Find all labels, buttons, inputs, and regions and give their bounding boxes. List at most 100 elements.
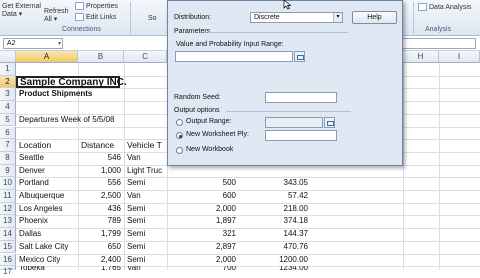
cell-distance[interactable]: 650 (79, 241, 123, 254)
column-header[interactable]: C (124, 51, 167, 63)
cell-vehicle[interactable]: Semi (125, 177, 167, 190)
header-location[interactable]: Location (17, 139, 77, 152)
subtitle-cell[interactable]: Product Shipments (17, 88, 157, 101)
parameters-label: Parameters (174, 28, 211, 35)
formula-input[interactable] (400, 38, 476, 49)
cell-vehicle[interactable]: Semi (125, 203, 167, 216)
select-all-corner[interactable] (0, 51, 16, 63)
week-label-cell[interactable]: Departures Week of 5/5/08 (17, 114, 157, 127)
column-header[interactable]: I (439, 51, 480, 63)
analysis-group-label: Analysis (425, 26, 452, 33)
cell-location[interactable]: Phoenix (17, 215, 77, 228)
properties-button[interactable]: Properties (75, 2, 118, 10)
cell-distance[interactable]: 2,400 (79, 254, 123, 267)
cell-vehicle[interactable]: Semi (125, 254, 167, 267)
row-header[interactable]: 5 (0, 113, 16, 127)
cell-d[interactable]: 2,897 (170, 241, 238, 254)
column-header[interactable]: A (16, 51, 78, 63)
selected-cell-a2[interactable]: Sample Company INC. (16, 76, 127, 88)
row-header[interactable]: 3 (0, 88, 16, 102)
row-header[interactable]: 13 (0, 215, 16, 229)
row-header[interactable]: 8 (0, 151, 16, 165)
edit-links-icon (75, 13, 84, 21)
cell-distance[interactable]: 436 (79, 203, 123, 216)
cell-d[interactable]: 500 (170, 177, 238, 190)
row-header[interactable]: 10 (0, 177, 16, 190)
cell-e[interactable]: 57.42 (240, 190, 310, 203)
row-header[interactable]: 2 (0, 75, 16, 89)
cell-distance[interactable]: 2,500 (79, 190, 123, 203)
random-number-generation-dialog: Distribution: Discrete ▾ Help Parameters… (167, 0, 403, 166)
row-header[interactable]: 7 (0, 139, 16, 152)
get-external-label-2: Data ▾ (2, 11, 23, 18)
output-range-radio[interactable] (176, 119, 183, 126)
header-distance[interactable]: Distance (79, 139, 124, 152)
random-seed-field[interactable] (265, 92, 337, 103)
cell-vehicle[interactable]: Van (125, 152, 167, 165)
row-header[interactable]: 4 (0, 101, 16, 114)
cell-vehicle[interactable]: Van (125, 190, 167, 203)
name-box[interactable]: A2 ▾ (3, 38, 63, 49)
input-range-field[interactable] (175, 51, 293, 62)
range-select-icon[interactable] (294, 51, 305, 62)
get-external-data-button[interactable]: Get External Data ▾ (2, 3, 41, 18)
row-header[interactable]: 6 (0, 126, 16, 140)
cell-location[interactable]: Dallas (17, 228, 77, 241)
row-header[interactable]: 15 (0, 240, 16, 254)
row-header[interactable]: 1 (0, 63, 16, 76)
cell-d[interactable]: 321 (170, 228, 238, 241)
cell-location[interactable]: Mexico City (17, 254, 77, 267)
row-header[interactable]: 9 (0, 164, 16, 178)
column-header[interactable]: B (78, 51, 124, 63)
distribution-select[interactable]: Discrete ▾ (250, 12, 343, 23)
row-header[interactable]: 11 (0, 190, 16, 203)
cell-e[interactable]: 470.76 (240, 241, 310, 254)
cell-d[interactable]: 600 (170, 190, 238, 203)
new-workbook-radio[interactable] (176, 147, 183, 154)
range-select-icon[interactable] (324, 117, 335, 128)
row-header[interactable]: 14 (0, 228, 16, 241)
row-header[interactable]: 12 (0, 202, 16, 216)
gridline (439, 63, 440, 270)
cell-e[interactable]: 144.37 (240, 228, 310, 241)
cell-location[interactable]: Salt Lake City (17, 241, 77, 254)
cell-location[interactable]: Portland (17, 177, 77, 190)
sort-button[interactable]: So (148, 15, 157, 22)
cell-distance[interactable]: 546 (79, 152, 123, 165)
edit-links-button[interactable]: Edit Links (75, 13, 116, 21)
cell-location[interactable]: Albuquerque (17, 190, 77, 203)
parameters-divider (208, 32, 348, 33)
cell-vehicle[interactable]: Semi (125, 241, 167, 254)
data-analysis-button[interactable]: Data Analysis (418, 3, 471, 11)
cell-e[interactable]: 218.00 (240, 203, 310, 216)
random-seed-label: Random Seed: (174, 94, 221, 101)
cell-vehicle[interactable]: Semi (125, 215, 167, 228)
cell-e[interactable]: 374.18 (240, 215, 310, 228)
new-worksheet-label: New Worksheet Ply: (186, 131, 249, 138)
refresh-all-button[interactable]: Refresh All ▾ (44, 4, 69, 23)
column-header[interactable]: H (403, 51, 439, 63)
cell-vehicle[interactable]: Light Truc (125, 165, 167, 178)
cell-d[interactable]: 2,000 (170, 254, 238, 267)
new-worksheet-radio[interactable] (176, 132, 183, 139)
help-button[interactable]: Help (352, 11, 397, 24)
cell-distance[interactable]: 1,799 (79, 228, 123, 241)
header-vehicle-type[interactable]: Vehicle T (125, 139, 167, 152)
cell-e[interactable]: 343.05 (240, 177, 310, 190)
output-range-label: Output Range: (186, 118, 232, 125)
output-range-field[interactable] (265, 117, 323, 128)
cell-e[interactable]: 1200.00 (240, 254, 310, 267)
input-range-label: Value and Probability Input Range: (176, 41, 284, 48)
cell-d[interactable]: 1,897 (170, 215, 238, 228)
cell-location[interactable]: Denver (17, 165, 77, 178)
cell-location[interactable]: Los Angeles (17, 203, 77, 216)
cell-d[interactable]: 2,000 (170, 203, 238, 216)
cell-distance[interactable]: 789 (79, 215, 123, 228)
new-worksheet-field[interactable] (265, 130, 337, 141)
cell-vehicle[interactable]: Semi (125, 228, 167, 241)
cell-distance[interactable]: 556 (79, 177, 123, 190)
cell-distance[interactable]: 1,000 (79, 165, 123, 178)
row-header[interactable]: 16 (0, 253, 16, 267)
cell-location[interactable]: Seattle (17, 152, 77, 165)
gridline (403, 63, 404, 270)
